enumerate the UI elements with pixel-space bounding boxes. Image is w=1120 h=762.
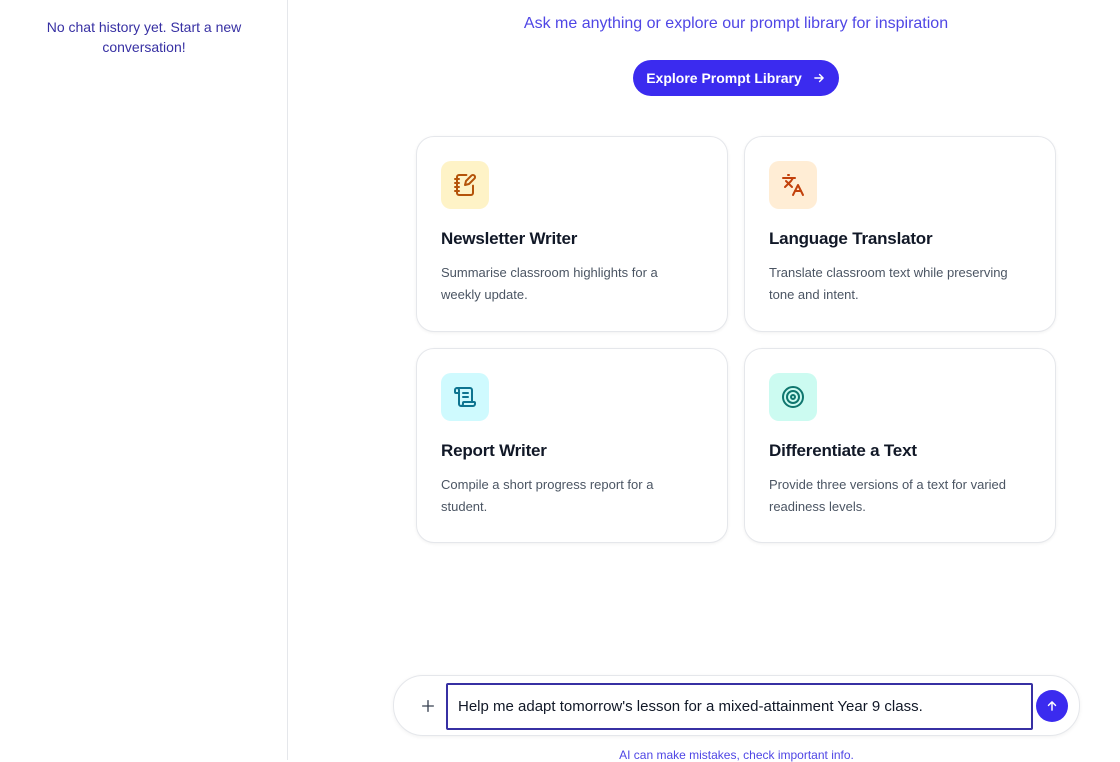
message-composer xyxy=(393,675,1080,736)
add-attachment-button[interactable] xyxy=(416,694,440,718)
card-title: Report Writer xyxy=(441,441,547,460)
send-button[interactable] xyxy=(1036,690,1068,722)
scroll-text-icon xyxy=(441,373,489,421)
empty-history-message: No chat history yet. Start a new convers… xyxy=(46,19,242,55)
card-title: Differentiate a Text xyxy=(769,441,917,460)
plus-icon xyxy=(422,700,434,712)
card-title: Language Translator xyxy=(769,229,933,248)
prompt-card-differentiate-a-text[interactable]: Differentiate a Text Provide three versi… xyxy=(744,348,1056,543)
arrow-right-icon xyxy=(813,73,824,83)
target-icon xyxy=(769,373,817,421)
prompt-card-report-writer[interactable]: Report Writer Compile a short progress r… xyxy=(416,348,728,543)
prompt-card-newsletter-writer[interactable]: Newsletter Writer Summarise classroom hi… xyxy=(416,136,728,332)
languages-icon xyxy=(769,161,817,209)
main-panel: Ask me anything or explore our prompt li… xyxy=(289,0,1120,762)
prompt-card-language-translator[interactable]: Language Translator Translate classroom … xyxy=(744,136,1056,332)
card-title: Newsletter Writer xyxy=(441,229,578,248)
card-description: Translate classroom text while preservin… xyxy=(769,265,1008,302)
arrow-up-icon xyxy=(1047,701,1057,711)
card-description: Provide three versions of a text for var… xyxy=(769,477,1007,514)
explore-prompt-library-button[interactable]: Explore Prompt Library xyxy=(633,60,839,96)
card-description: Summarise classroom highlights for a wee… xyxy=(441,265,658,302)
hero-subtitle: Ask me anything or explore our prompt li… xyxy=(523,15,949,32)
card-description: Compile a short progress report for a st… xyxy=(441,477,654,514)
notebook-pen-icon xyxy=(441,161,489,209)
message-input[interactable] xyxy=(446,683,1033,730)
chat-history-sidebar: No chat history yet. Start a new convers… xyxy=(0,0,288,760)
explore-button-label: Explore Prompt Library xyxy=(646,70,802,86)
